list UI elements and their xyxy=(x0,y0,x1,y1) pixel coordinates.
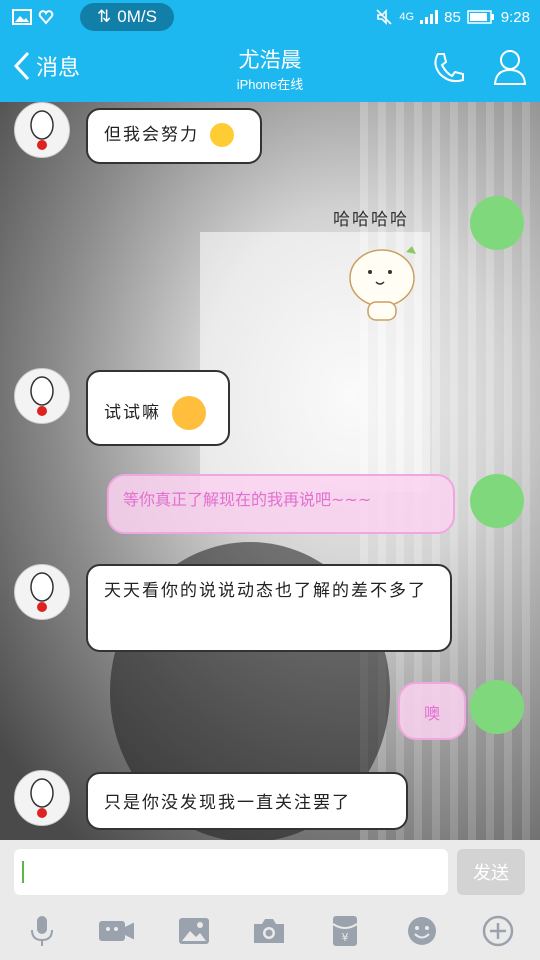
network-speed: 0M/S xyxy=(117,7,157,26)
laughing-emoji-icon xyxy=(210,123,235,147)
input-toolbar: ¥ xyxy=(0,900,540,960)
microphone-icon[interactable] xyxy=(24,913,60,949)
message-bubble[interactable]: 天天看你的说说动态也了解的差不多了 xyxy=(86,564,452,652)
message-bubble[interactable]: 噢 xyxy=(398,682,466,740)
input-bar: 发送 xyxy=(0,840,540,900)
phone-icon[interactable] xyxy=(430,50,466,86)
contact-avatar[interactable] xyxy=(14,368,70,424)
chat-area[interactable]: 但我会努力 哈哈哈哈 试试嘛 等你真正了解现在的我再说吧~~~ 天天看你的说说动… xyxy=(0,102,540,840)
signal-icon xyxy=(420,10,439,24)
message-bubble[interactable]: 试试嘛 xyxy=(86,370,230,446)
battery-level: 85 xyxy=(444,8,461,26)
message-bubble[interactable]: 但我会努力 xyxy=(86,108,262,164)
heart-notification-icon xyxy=(38,10,54,25)
red-packet-icon[interactable]: ¥ xyxy=(327,913,363,949)
contact-avatar[interactable] xyxy=(14,770,70,826)
message-bubble[interactable]: 只是你没发现我一直关注罢了 xyxy=(86,772,408,830)
text-caret xyxy=(22,861,24,883)
battery-icon xyxy=(467,10,494,24)
plus-icon[interactable] xyxy=(480,913,516,949)
image-icon[interactable] xyxy=(176,913,212,949)
blushing-emoji-icon xyxy=(172,396,207,430)
message-input[interactable] xyxy=(14,849,448,895)
mute-icon xyxy=(376,9,392,25)
cute-sticker[interactable] xyxy=(346,242,422,326)
status-right: 4G 85 9:28 xyxy=(375,8,530,26)
message-bubble[interactable]: 等你真正了解现在的我再说吧~~~ xyxy=(107,474,455,534)
svg-text:¥: ¥ xyxy=(342,931,349,944)
status-bar: ⇅ 0M/S 4G 85 9:28 xyxy=(0,0,540,36)
image-notification-icon xyxy=(12,9,32,25)
profile-icon[interactable] xyxy=(492,48,528,86)
send-button[interactable]: 发送 xyxy=(457,849,525,895)
network-type: 4G xyxy=(399,11,415,23)
camera-icon[interactable] xyxy=(251,913,287,949)
video-icon[interactable] xyxy=(98,913,134,949)
own-avatar[interactable] xyxy=(470,474,524,528)
contact-avatar[interactable] xyxy=(14,102,70,158)
transfer-arrows-icon: ⇅ xyxy=(97,7,112,26)
own-avatar[interactable] xyxy=(470,196,524,250)
chat-header: 消息 尤浩晨 iPhone在线 xyxy=(0,36,540,102)
own-avatar[interactable] xyxy=(470,680,524,734)
contact-avatar[interactable] xyxy=(14,564,70,620)
network-speed-badge: ⇅ 0M/S xyxy=(80,3,174,31)
message-text[interactable]: 哈哈哈哈 xyxy=(333,205,409,230)
clock: 9:28 xyxy=(500,8,530,26)
emoji-icon[interactable] xyxy=(404,913,440,949)
